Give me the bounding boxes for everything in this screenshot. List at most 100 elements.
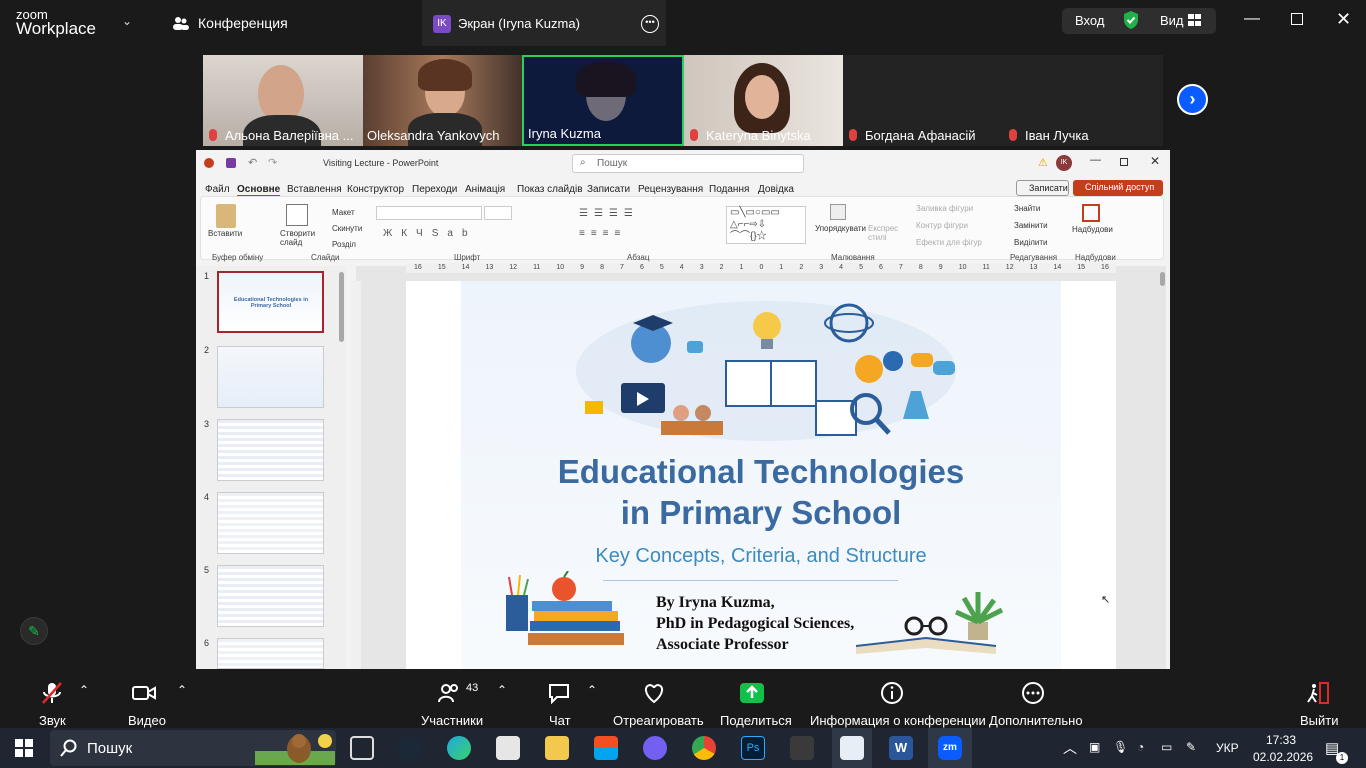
slide-thumbnail-active[interactable]: Educational Technologies in Primary Scho… [217,271,324,333]
windows-start-icon[interactable] [15,739,33,757]
shape-fill-button[interactable]: Заливка фігури [916,204,973,213]
chrome-icon[interactable] [692,736,716,760]
keyboard-language[interactable]: УКР [1216,741,1239,755]
current-slide[interactable]: Educational Technologies in Primary Scho… [406,281,1116,669]
store-icon[interactable] [594,736,618,760]
annotate-pencil-icon[interactable]: ✎ [20,617,48,645]
menu-transitions[interactable]: Переходи [412,184,457,195]
heart-icon[interactable] [642,682,666,704]
ppt-search-input[interactable]: Пошук [572,154,804,173]
menu-animations[interactable]: Анімація [465,184,505,195]
tray-chevron-icon[interactable]: ︿ [1063,738,1077,758]
shape-outline-button[interactable]: Контур фігури [916,221,968,230]
menu-slideshow[interactable]: Показ слайдів [517,184,583,195]
warning-icon[interactable]: ⚠ [1038,156,1048,169]
audio-button[interactable]: Звук [39,713,66,728]
photoshop-icon[interactable]: Ps [741,736,765,760]
ppt-close-icon[interactable]: ✕ [1150,154,1160,168]
conference-tab-label[interactable]: Конференция [198,15,288,31]
slide-thumbnail[interactable] [217,638,324,669]
find-button[interactable]: Знайти [1014,204,1040,213]
chat-button[interactable]: Чат [549,713,571,728]
meeting-info-button[interactable]: Информация о конференции [810,713,986,728]
quick-styles-button[interactable]: Експрес стилі [868,224,898,242]
slide-thumbnail[interactable] [217,492,324,554]
participants-button[interactable]: Участники [421,713,483,728]
share-button[interactable]: Поделиться [720,713,792,728]
react-button[interactable]: Отреагировать [613,713,704,728]
font-format-icons[interactable]: ЖКЧSab [383,228,477,239]
section-button[interactable]: Розділ [332,240,356,249]
task-view-icon[interactable] [350,736,374,760]
menu-view[interactable]: Подання [709,184,749,195]
participant-tile[interactable]: Kateryna Binytska [684,55,843,146]
camera-off-icon[interactable] [132,682,156,704]
align-icons[interactable]: ≡≡≡≡ [579,228,626,239]
save-icon[interactable] [226,158,236,168]
menu-review[interactable]: Рецензування [638,184,703,195]
reset-button[interactable]: Скинути [332,224,362,233]
participants-chevron-icon[interactable]: ⌃ [497,683,507,697]
mail-icon[interactable] [496,736,520,760]
video-options-chevron-icon[interactable]: ⌃ [177,683,187,697]
arrange-button[interactable]: Упорядкувати [815,224,866,233]
menu-file[interactable]: Файл [205,184,230,195]
audio-options-chevron-icon[interactable]: ⌃ [79,683,89,697]
slide-thumbnail[interactable] [217,565,324,627]
tray-battery-icon[interactable]: ▭ [1161,740,1172,754]
shapes-gallery[interactable]: ▭╲▭○▭▭ △⌐⌐⇨⇩ ⌒⌒{}☆ [726,206,806,244]
clock-date[interactable]: 02.02.2026 [1253,750,1313,764]
redo-icon[interactable]: ↷ [268,156,277,169]
replace-button[interactable]: Замінити [1014,221,1048,230]
addins-button[interactable]: Надбудови [1072,225,1113,234]
zoom-app-icon[interactable]: zm [938,736,962,760]
chat-chevron-icon[interactable]: ⌃ [587,683,597,697]
app-window-icon[interactable] [840,736,864,760]
ppt-minimize-icon[interactable]: — [1090,154,1101,166]
menu-insert[interactable]: Вставлення [287,184,342,195]
chat-icon[interactable] [547,682,571,704]
video-button[interactable]: Видео [128,713,166,728]
tray-mic-icon[interactable]: 🎙 [1113,740,1128,754]
share-button[interactable]: Спільний доступ [1073,180,1163,196]
tray-wifi-icon[interactable]: ◔ [1137,740,1144,754]
new-slide-button[interactable]: Створити слайд [280,229,316,247]
menu-help[interactable]: Довідка [758,184,794,195]
leave-door-icon[interactable] [1306,682,1330,704]
layout-button[interactable]: Макет [332,208,355,217]
minimize-icon[interactable]: — [1244,10,1260,28]
tray-pen-icon[interactable]: ✎ [1186,740,1196,754]
tray-device-icon[interactable]: ▣ [1089,740,1100,754]
participant-tile[interactable]: Альона Валеріївна ... [203,55,363,146]
canvas-scrollbar[interactable] [1160,272,1165,286]
ellipsis-icon[interactable]: ••• [641,15,659,33]
more-ellipsis-icon[interactable] [1021,682,1045,704]
participant-tile-active[interactable]: Iryna Kuzma [522,55,684,146]
record-button[interactable]: Записати [1016,180,1069,196]
shield-check-icon[interactable] [1122,10,1140,30]
select-button[interactable]: Виділити [1014,238,1048,247]
shape-effects-button[interactable]: Ефекти для фігур [916,238,982,247]
steam-icon[interactable] [398,736,422,760]
word-icon[interactable]: W [889,736,913,760]
view-menu-button[interactable]: Вид [1160,13,1184,28]
slides-scrollbar[interactable] [339,272,344,342]
edge-icon[interactable] [447,736,471,760]
ppt-maximize-icon[interactable] [1120,158,1128,166]
participant-tile[interactable]: Іван Лучка [1003,55,1163,146]
participants-icon[interactable] [437,682,461,704]
viber-icon[interactable] [643,736,667,760]
menu-design[interactable]: Конструктор [347,184,404,195]
info-icon[interactable] [880,682,904,704]
next-page-arrow-icon[interactable]: › [1177,84,1208,115]
font-size-input[interactable] [484,206,512,220]
file-explorer-icon[interactable] [545,736,569,760]
paragraph-icons[interactable]: ☰☰☰☰ [579,208,639,219]
more-button[interactable]: Дополнительно [989,713,1083,728]
share-screen-icon[interactable] [740,682,764,704]
paste-button[interactable]: Вставити [208,229,242,238]
slide-thumbnail[interactable] [217,346,324,408]
undo-icon[interactable]: ↶ [248,156,257,169]
snipping-tool-icon[interactable] [790,736,814,760]
slide-thumbnail[interactable] [217,419,324,481]
